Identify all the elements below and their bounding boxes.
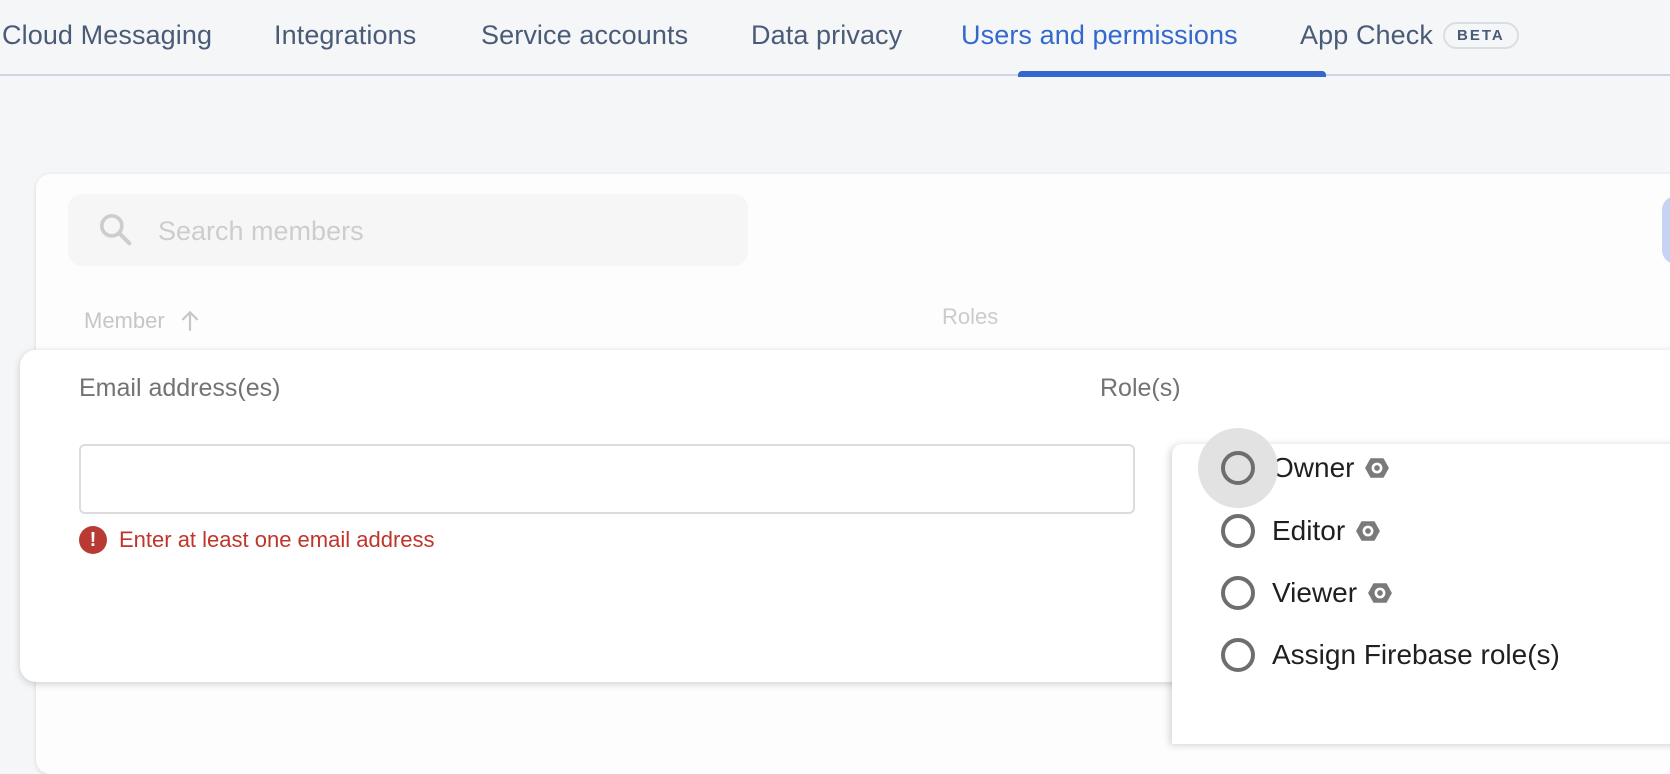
role-label-viewer: Viewer [1272, 577, 1358, 608]
tab-cloud-messaging[interactable]: Cloud Messaging [2, 20, 212, 51]
google-cloud-iam-icon [1365, 458, 1390, 478]
tab-integrations[interactable]: Integrations [274, 20, 416, 51]
roles-label: Role(s) [1100, 374, 1181, 402]
active-tab-indicator [1018, 71, 1326, 77]
member-column-label: Member [84, 308, 165, 333]
error-icon: ! [79, 526, 107, 554]
tab-app-check-label: App Check [1300, 20, 1433, 50]
sort-ascending-arrow-icon[interactable] [177, 308, 203, 334]
google-cloud-iam-icon [1368, 583, 1393, 603]
search-members-box[interactable] [68, 194, 748, 268]
member-column-header[interactable]: Member [84, 308, 203, 334]
role-option-assign-firebase-roles[interactable]: Assign Firebase role(s) [1172, 625, 1670, 685]
roles-column-header: Roles [942, 304, 999, 329]
tab-users-and-permissions[interactable]: Users and permissions [961, 20, 1238, 51]
role-label-assign-firebase-roles: Assign Firebase role(s) [1272, 639, 1560, 670]
email-addresses-input[interactable] [79, 444, 1135, 514]
role-label-editor: Editor [1272, 515, 1346, 546]
role-option-owner[interactable]: Owner [1172, 428, 1670, 508]
tab-data-privacy[interactable]: Data privacy [751, 20, 902, 51]
email-error-message: ! Enter at least one email address [79, 526, 435, 554]
email-error-text: Enter at least one email address [119, 527, 435, 552]
tab-service-accounts[interactable]: Service accounts [481, 20, 688, 51]
viewer-radio[interactable] [1221, 576, 1255, 610]
settings-tab-bar: Cloud Messaging Integrations Service acc… [0, 0, 1670, 77]
beta-badge: BETA [1442, 22, 1519, 49]
email-label: Email address(es) [79, 374, 281, 402]
radio-wrap [1198, 615, 1278, 695]
role-label-owner: Owner [1272, 452, 1355, 483]
role-option-viewer[interactable]: Viewer [1172, 563, 1670, 623]
assign-firebase-roles-radio[interactable] [1221, 638, 1255, 672]
owner-radio[interactable] [1221, 451, 1255, 485]
role-option-editor[interactable]: Editor [1172, 501, 1670, 561]
add-member-button[interactable] [1662, 196, 1670, 264]
editor-radio[interactable] [1221, 514, 1255, 548]
search-members-input[interactable] [156, 194, 720, 268]
google-cloud-iam-icon [1356, 521, 1381, 541]
search-icon [100, 214, 132, 246]
roles-dropdown-menu: Owner Editor Viewer Assign Firebase role… [1172, 428, 1670, 744]
tab-app-check[interactable]: App Check BETA [1300, 20, 1519, 51]
